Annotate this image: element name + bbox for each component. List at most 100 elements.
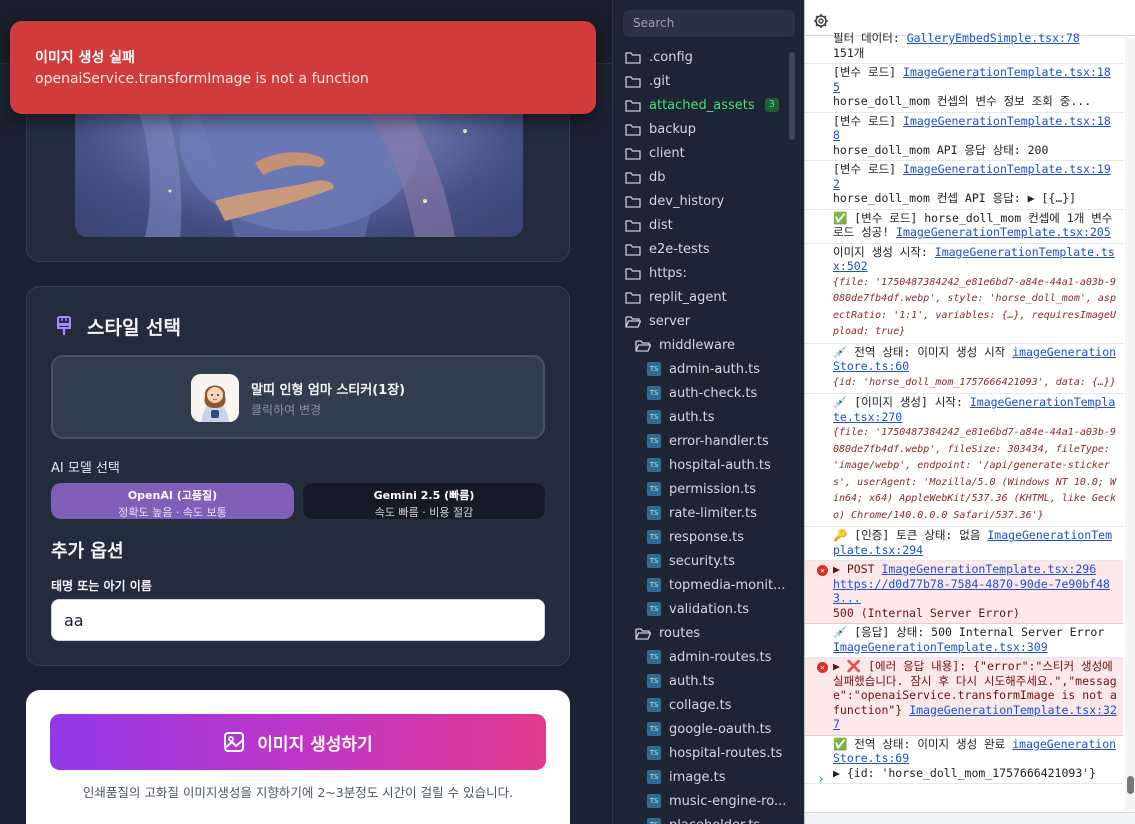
file-tree-item[interactable]: TS auth.ts xyxy=(647,669,715,693)
console-message-detail[interactable]: {file: '1750487384242_e81e6bd7-a84e-44a1… xyxy=(833,277,1116,338)
ts-file-icon: TS xyxy=(647,458,669,472)
file-tree-item[interactable]: TS collage.ts xyxy=(647,693,732,717)
file-tree-badge: 3 xyxy=(764,98,779,112)
console-log-entry: 💉 [응답] 상태: 500 Internal Server Error Ima… xyxy=(805,624,1123,658)
ts-file-icon: TS xyxy=(647,554,669,568)
file-tree-item[interactable]: TS auth.ts xyxy=(647,405,715,429)
gear-icon[interactable] xyxy=(813,13,829,29)
file-tree-item[interactable]: TS permission.ts xyxy=(647,477,756,501)
console-source-link[interactable]: ImageGenerationTemplate.tsx:309 xyxy=(833,640,1048,654)
baby-name-input[interactable] xyxy=(51,599,545,641)
folder-icon xyxy=(625,243,649,256)
file-tree-item[interactable]: TS security.ts xyxy=(647,549,735,573)
file-tree-item[interactable]: dev_history xyxy=(625,189,724,213)
console-scroll-thumb[interactable] xyxy=(1127,776,1134,794)
console-message: [변수 로드] xyxy=(833,162,897,176)
file-tree-item-label: dev_history xyxy=(649,193,725,209)
file-tree-item[interactable]: backup xyxy=(625,117,696,141)
console-log-entry: [변수 로드] ImageGenerationTemplate.tsx:192 h… xyxy=(805,161,1123,210)
file-tree-item[interactable]: .config xyxy=(625,45,693,69)
file-tree-item[interactable]: TS auth-check.ts xyxy=(647,381,757,405)
file-tree-item[interactable]: TSplaceholder.ts xyxy=(647,813,760,824)
console-message: [변수 로드] xyxy=(833,113,897,128)
model-openai-button[interactable]: OpenAI (고품질) 정확도 높음 · 속도 보통 xyxy=(51,483,294,519)
file-tree-item[interactable]: TS error-handler.ts xyxy=(647,429,769,453)
file-search-input[interactable]: Search xyxy=(623,10,795,37)
file-tree-item[interactable]: TS rate-limiter.ts xyxy=(647,501,757,525)
file-tree-item[interactable]: TS topmedia-monit... xyxy=(647,573,785,597)
console-log-entry: ✅ [변수 로드] horse_doll_mom 컨셉에 1개 변수 로드 성공… xyxy=(805,210,1123,244)
file-tree-item-label: collage.ts xyxy=(669,697,732,713)
file-tree-item[interactable]: TS response.ts xyxy=(647,525,744,549)
baby-name-label: 태명 또는 아기 이름 xyxy=(51,579,152,593)
file-tree-item[interactable]: TS admin-auth.ts xyxy=(647,357,760,381)
file-tree-item[interactable]: TS validation.ts xyxy=(647,597,749,621)
console-log-entry: [변수 로드] ImageGenerationTemplate.tsx:188 h… xyxy=(805,113,1123,161)
file-tree-item[interactable]: e2e-tests xyxy=(625,237,710,261)
console-message-detail[interactable]: {id: 'horse_doll_mom_1757666421093', dat… xyxy=(833,377,1116,388)
devtools-console: 필터 데이터: GalleryEmbedSimple.tsx:78 151개 [변수… xyxy=(804,0,1135,824)
file-tree-item[interactable]: https: xyxy=(625,261,687,285)
folder-icon xyxy=(625,171,649,184)
file-tree-item-label: auth.ts xyxy=(669,673,715,689)
file-tree-item-label: hospital-routes.ts xyxy=(669,745,783,761)
file-tree-item-label: admin-routes.ts xyxy=(669,649,772,665)
model-gemini-button[interactable]: Gemini 2.5 (빠름) 속도 빠름 · 비용 절감 xyxy=(303,483,545,519)
paintbrush-icon xyxy=(57,316,71,336)
console-scrollbar[interactable] xyxy=(1125,38,1135,810)
console-log-entry: ✅ 전역 상태: 이미지 생성 완료 imageGenerationStore.… xyxy=(805,736,1123,784)
model-openai-desc: 정확도 높음 · 속도 보통 xyxy=(118,506,227,519)
console-log-entry: 이미지 생성 시작: ImageGenerationTemplate.tsx:5… xyxy=(805,244,1123,344)
file-tree-item-label: https: xyxy=(649,265,687,281)
file-tree-item[interactable]: TS google-oauth.ts xyxy=(647,717,771,741)
file-tree-item[interactable]: db xyxy=(625,165,666,189)
app-root: 스타일 선택 말띠 인형 엄마 스티커(1장) 클릭하여 변경 AI 모델 선택… xyxy=(0,0,1135,824)
ts-file-icon: TS xyxy=(647,410,669,424)
file-tree-item[interactable]: TS hospital-auth.ts xyxy=(647,453,771,477)
ts-file-icon: TS xyxy=(647,386,669,400)
folder-open-icon xyxy=(635,339,659,352)
error-toast[interactable]: 이미지 생성 실패 openaiService.transformImage i… xyxy=(10,21,596,114)
console-request-url[interactable]: https://d0d77b78-7584-4870-90de-7e90bf48… xyxy=(833,577,1110,606)
file-tree-item-label: hospital-auth.ts xyxy=(669,457,771,473)
console-message-detail[interactable]: {file: '1750487384242_e81e6bd7-a84e-44a1… xyxy=(833,427,1116,521)
file-tree-item[interactable]: client xyxy=(625,141,685,165)
console-log-entry: 필터 데이터: GalleryEmbedSimple.tsx:78 151개 xyxy=(805,30,1123,64)
file-tree-item-label: music-engine-ro... xyxy=(669,793,787,809)
concept-selector[interactable]: 말띠 인형 엄마 스티커(1장) 클릭하여 변경 xyxy=(51,355,545,439)
console-prompt-chevron[interactable]: › xyxy=(817,772,825,787)
console-bottom-drawer xyxy=(805,812,1135,824)
file-tree-item-label: auth.ts xyxy=(669,409,715,425)
console-message-detail[interactable]: ▶ {id: 'horse_doll_mom_1757666421093'} xyxy=(833,766,1096,780)
file-tree-scrollbar[interactable] xyxy=(789,52,795,140)
file-tree-item[interactable]: server xyxy=(625,309,690,333)
app-preview-panel: 스타일 선택 말띠 인형 엄마 스티커(1장) 클릭하여 변경 AI 모델 선택… xyxy=(0,0,612,824)
file-tree-item[interactable]: TS image.ts xyxy=(647,765,726,789)
console-message-detail: horse_doll_mom 컨셉 API 응답: ▶ [{…}] xyxy=(833,191,1077,205)
file-tree-item[interactable]: middleware xyxy=(635,333,735,357)
ts-file-icon: TS xyxy=(647,578,669,592)
console-message-detail: horse_doll_mom API 응답 상태: 200 xyxy=(833,142,1049,157)
error-icon: ✕ xyxy=(817,662,828,673)
file-tree-item[interactable]: attached_assets 3 xyxy=(625,93,779,117)
folder-icon xyxy=(625,267,649,280)
file-tree-item[interactable]: TS hospital-routes.ts xyxy=(647,741,782,765)
ts-file-icon: TS xyxy=(647,482,669,496)
console-message: 💉 전역 상태: 이미지 생성 시작 xyxy=(833,344,1006,359)
file-tree-item-label: .git xyxy=(649,73,671,89)
generate-card: 이미지 생성하기 인쇄품질의 고화질 이미지생성을 지향하기에 2~3분정도 시… xyxy=(26,690,570,824)
console-source-link[interactable]: GalleryEmbedSimple.tsx:78 xyxy=(907,31,1080,45)
file-tree-item-label: backup xyxy=(649,121,696,137)
generate-image-button[interactable]: 이미지 생성하기 xyxy=(50,714,546,770)
file-tree-item[interactable]: replit_agent xyxy=(625,285,727,309)
file-tree-item[interactable]: .git xyxy=(625,69,670,93)
file-tree-item[interactable]: routes xyxy=(635,621,700,645)
file-tree-item[interactable]: TS music-engine-ro... xyxy=(647,789,786,813)
file-tree-item-label: dist xyxy=(649,217,673,233)
console-source-link[interactable]: ImageGenerationTemplate.tsx:296 xyxy=(881,562,1096,576)
ts-file-icon: TS xyxy=(647,530,669,544)
file-tree-item[interactable]: dist xyxy=(625,213,673,237)
console-source-link[interactable]: ImageGenerationTemplate.tsx:205 xyxy=(896,225,1111,239)
file-tree-item[interactable]: TS admin-routes.ts xyxy=(647,645,772,669)
ts-file-icon: TS xyxy=(647,506,669,520)
